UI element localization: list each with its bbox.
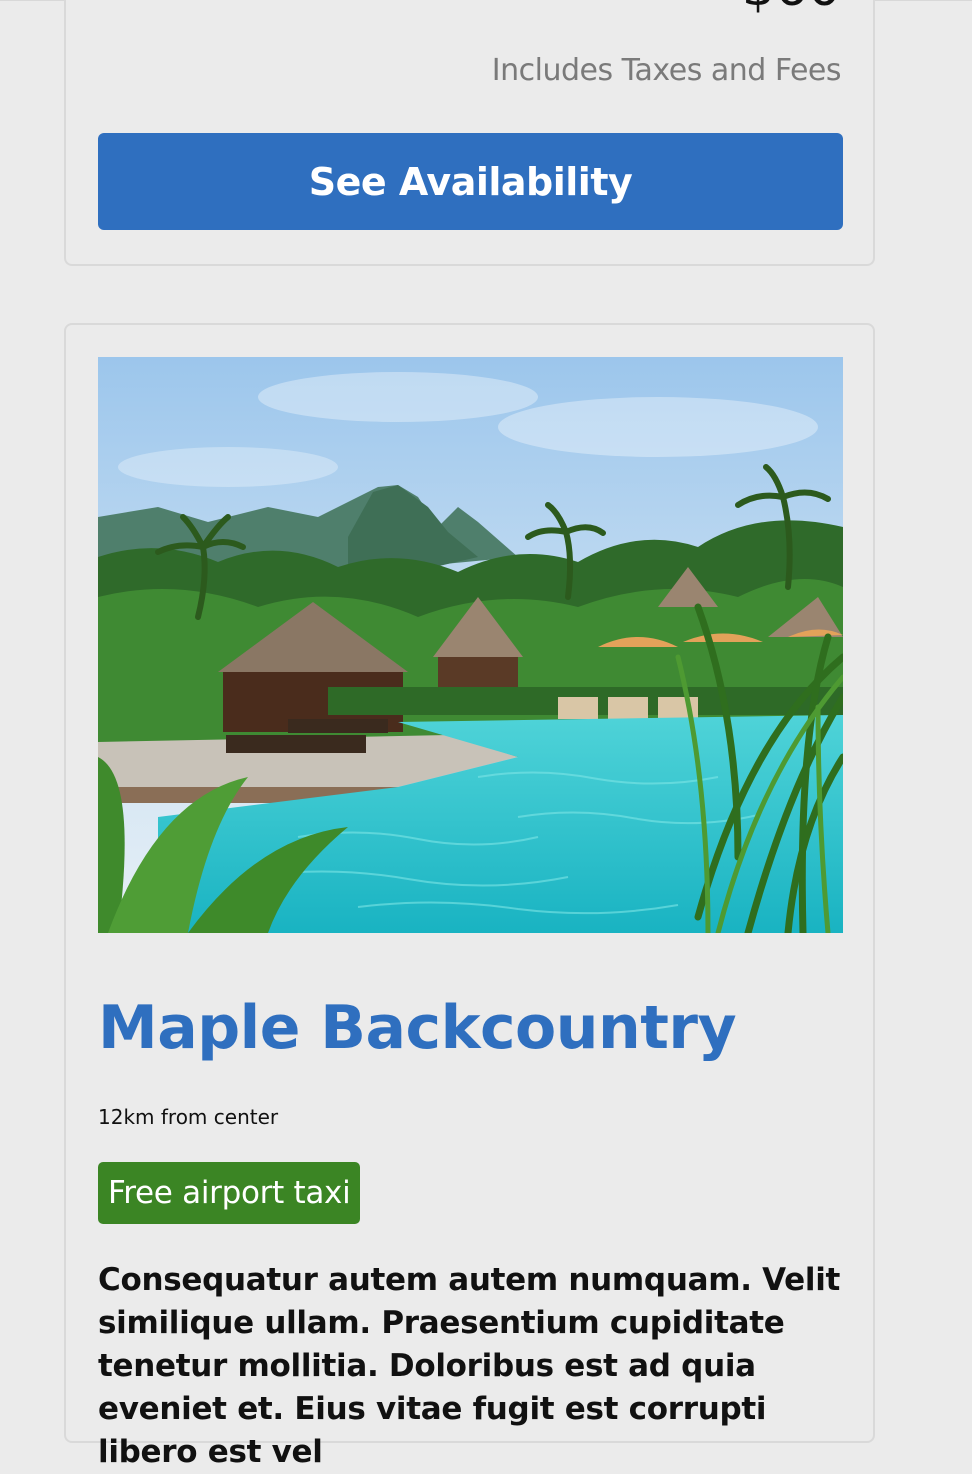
hotel-name-link[interactable]: Maple Backcountry: [98, 993, 737, 1063]
taxes-note: Includes Taxes and Fees: [491, 53, 842, 88]
price-amount: $60: [742, 0, 841, 14]
distance-from-center: 12km from center: [98, 1105, 279, 1129]
previous-hotel-card: $60 Includes Taxes and Fees See Availabi…: [64, 0, 875, 266]
hotel-photo: [98, 357, 843, 933]
hotel-description: Consequatur autem autem numquam. Velit s…: [98, 1262, 841, 1470]
see-availability-button[interactable]: See Availability: [98, 133, 843, 230]
hotel-card: Maple Backcountry 12km from center Free …: [64, 323, 875, 1470]
free-airport-taxi-badge: Free airport taxi: [98, 1162, 361, 1224]
